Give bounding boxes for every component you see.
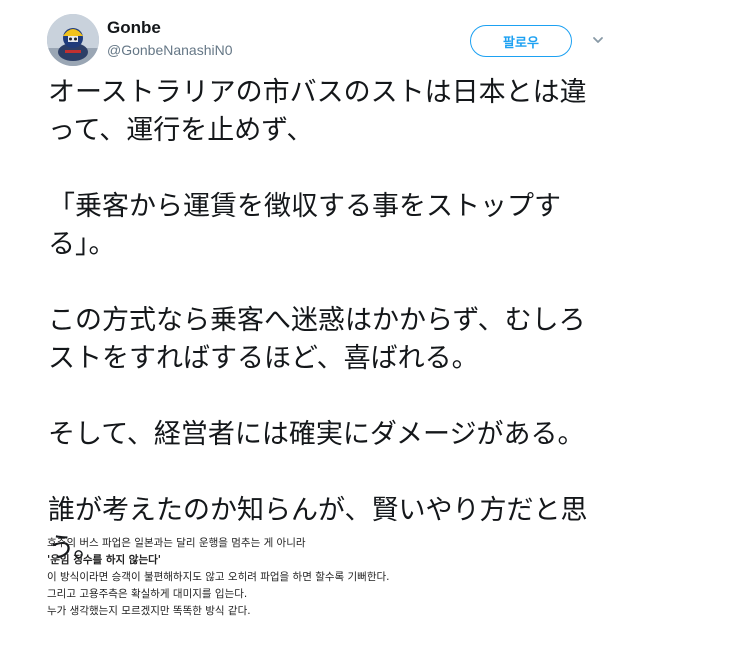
avatar[interactable] xyxy=(47,14,99,66)
korean-translation: 호주의 버스 파업은 일본과는 달리 운행을 멈추는 게 아니라 '운임 징수를… xyxy=(47,535,607,620)
tweet-text: オーストラリアの市バスのストは日本とは違 って、運行を止めず、 「乗客から運賃を… xyxy=(48,74,688,568)
tweet-paragraph: この方式なら乗客へ迷惑はかからず、むしろ ストをすればするほど、喜ばれる。 xyxy=(48,305,586,374)
translation-line: 이 방식이라면 승객이 불편해하지도 않고 오히려 파업을 하면 할수록 기뻐한… xyxy=(47,571,390,583)
follow-button[interactable]: 팔로우 xyxy=(470,25,572,57)
user-handle[interactable]: @GonbeNanashiN0 xyxy=(107,42,233,58)
tweet-paragraph: 「乗客から運賃を徴収する事をストップす る」。 xyxy=(48,191,561,260)
tweet-paragraph: そして、経営者には確実にダメージがある。 xyxy=(48,419,585,450)
translation-line: 그리고 고용주측은 확실하게 대미지를 입는다. xyxy=(47,588,248,600)
translation-line: 호주의 버스 파업은 일본과는 달리 운행을 멈추는 게 아니라 xyxy=(47,537,306,549)
chevron-down-icon[interactable] xyxy=(591,33,605,47)
display-name[interactable]: Gonbe xyxy=(107,18,161,38)
translation-line: '운임 징수를 하지 않는다' xyxy=(47,554,161,566)
tweet-paragraph: オーストラリアの市バスのストは日本とは違 って、運行を止めず、 xyxy=(48,77,587,146)
translation-line: 누가 생각했는지 모르겠지만 똑똑한 방식 같다. xyxy=(47,605,251,617)
tweet-card: Gonbe @GonbeNanashiN0 팔로우 オーストラリアの市バスのスト… xyxy=(0,0,739,658)
avatar-image xyxy=(47,14,99,66)
